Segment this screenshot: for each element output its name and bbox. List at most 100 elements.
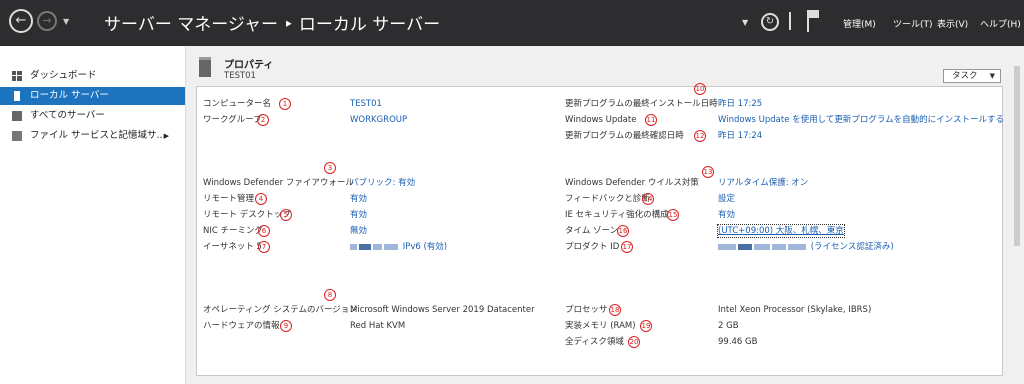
callout-3: 3 — [324, 162, 336, 174]
ethernet-link[interactable]: IPv6 (有効) — [350, 241, 447, 253]
callout-1: 1 — [279, 98, 291, 110]
sidebar-item-local-server[interactable]: ローカル サーバー — [0, 87, 185, 105]
processor-label: プロセッサ — [565, 305, 608, 315]
product-id-value: (ライセンス認証済み) — [810, 242, 894, 252]
menu-manage[interactable]: 管理(M) — [843, 17, 876, 30]
callout-19: 19 — [640, 320, 652, 332]
callout-17: 17 — [621, 241, 633, 253]
callout-18: 18 — [609, 304, 621, 316]
ethernet-label: イーサネット 5 — [203, 242, 262, 252]
callout-11: 11 — [645, 114, 657, 126]
menu-tools[interactable]: ツール(T) — [893, 17, 933, 30]
sidebar-item-label: ファイル サービスと記憶域サ... — [30, 130, 166, 141]
sidebar-item-label: ローカル サーバー — [30, 90, 109, 101]
nic-teaming-label: NIC チーミング — [203, 226, 264, 236]
servers-icon — [12, 111, 22, 121]
product-id-label: プロダクト ID — [565, 242, 620, 252]
redacted-product-id — [754, 243, 770, 250]
history-dropdown-icon[interactable]: ▼ — [63, 17, 69, 26]
workgroup-label: ワークグループ — [203, 115, 262, 125]
callout-9: 9 — [280, 320, 292, 332]
computer-name-label: コンピューター名 — [203, 99, 272, 109]
hardware-info-label: ハードウェアの情報 — [203, 321, 280, 331]
timezone-link[interactable]: (UTC+09:00) 大阪、札幌、東京 — [717, 224, 845, 238]
page-title: サーバー マネージャー ‣ ローカル サーバー — [104, 15, 441, 35]
properties-subtitle: TEST01 — [224, 71, 256, 81]
redacted-product-id — [718, 243, 736, 250]
antivirus-label: Windows Defender ウイルス対策 — [565, 178, 699, 188]
properties-title: プロパティ — [224, 60, 274, 71]
scrollbar[interactable] — [1014, 66, 1020, 246]
product-id-link[interactable]: (ライセンス認証済み) — [718, 241, 894, 253]
ie-security-label: IE セキュリティ強化の構成 — [565, 210, 669, 220]
workgroup-link[interactable]: WORKGROUP — [350, 114, 407, 126]
nic-teaming-link[interactable]: 無効 — [350, 225, 367, 237]
computer-name-link[interactable]: TEST01 — [350, 98, 382, 110]
remote-desktop-label: リモート デスクトップ — [203, 210, 291, 220]
properties-icon — [199, 57, 211, 77]
disk-space-value: 99.46 GB — [718, 337, 758, 347]
antivirus-link[interactable]: リアルタイム保護: オン — [718, 177, 808, 189]
sidebar-item-all-servers[interactable]: すべてのサーバー — [0, 107, 185, 125]
hardware-info-value: Red Hat KVM — [350, 321, 406, 331]
firewall-link[interactable]: パブリック: 有効 — [350, 177, 415, 189]
memory-label: 実装メモリ (RAM) — [565, 321, 636, 331]
title-bar: ← → ▼ サーバー マネージャー ‣ ローカル サーバー ▼ ↻ 管理(M) … — [0, 0, 1024, 46]
menu-view[interactable]: 表示(V) — [937, 17, 968, 30]
redacted-ip — [373, 243, 382, 250]
os-version-label: オペレーティング システムのバージョン — [203, 305, 358, 315]
sidebar-item-label: すべてのサーバー — [30, 110, 105, 121]
back-arrow-icon[interactable]: ← — [9, 9, 33, 33]
last-check-label: 更新プログラムの最終確認日時 — [565, 131, 684, 141]
ethernet-value: IPv6 (有効) — [402, 242, 448, 252]
callout-14: 14 — [642, 193, 654, 205]
feedback-label: フィードバックと診断 — [565, 194, 650, 204]
chevron-down-icon[interactable]: ▼ — [742, 18, 748, 27]
notifications-flag-icon[interactable] — [807, 10, 819, 32]
refresh-icon[interactable]: ↻ — [761, 13, 779, 31]
feedback-link[interactable]: 設定 — [718, 193, 735, 205]
callout-8: 8 — [324, 289, 336, 301]
callout-13: 13 — [702, 166, 714, 178]
callout-12: 12 — [694, 130, 706, 142]
redacted-ip — [350, 243, 357, 250]
tasks-label: タスク — [952, 71, 978, 81]
server-icon — [14, 91, 20, 101]
chevron-down-icon: ▼ — [989, 72, 995, 80]
sidebar-item-file-services[interactable]: ファイル サービスと記憶域サ... ▶ — [0, 127, 185, 145]
callout-20: 20 — [628, 336, 640, 348]
timezone-label: タイム ゾーン — [565, 226, 619, 236]
last-install-link[interactable]: 昨日 17:25 — [718, 98, 762, 110]
redacted-product-id — [738, 243, 752, 250]
sidebar: ダッシュボード ローカル サーバー すべてのサーバー ファイル サービスと記憶域… — [0, 46, 186, 384]
remote-management-label: リモート管理 — [203, 194, 255, 204]
callout-15: 15 — [667, 209, 679, 221]
remote-management-link[interactable]: 有効 — [350, 193, 367, 205]
dashboard-icon — [12, 71, 22, 81]
callout-6: 6 — [258, 225, 270, 237]
expand-arrow-icon[interactable]: ▶ — [164, 127, 169, 145]
last-install-label: 更新プログラムの最終インストール日時 — [565, 99, 718, 109]
properties-panel: コンピューター名 1 TEST01 ワークグループ 2 WORKGROUP 3 … — [196, 83, 1004, 376]
disk-space-label: 全ディスク領域 — [565, 337, 624, 347]
callout-10: 10 — [694, 83, 706, 95]
windows-update-link[interactable]: Windows Update を使用して更新プログラムを自動的にインストールする — [718, 114, 1004, 126]
menu-help[interactable]: ヘルプ(H) — [980, 17, 1021, 30]
callout-16: 16 — [617, 225, 629, 237]
callout-2: 2 — [257, 114, 269, 126]
processor-value: Intel Xeon Processor (Skylake, IBRS) — [718, 305, 872, 315]
forward-arrow-icon[interactable]: → — [37, 11, 57, 31]
ie-security-link[interactable]: 有効 — [718, 209, 735, 221]
main-content: プロパティ TEST01 タスク ▼ コンピューター名 1 TEST01 ワーク… — [186, 46, 1024, 384]
callout-7: 7 — [258, 241, 270, 253]
last-check-link[interactable]: 昨日 17:24 — [718, 130, 762, 142]
redacted-product-id — [788, 243, 806, 250]
windows-update-label: Windows Update — [565, 115, 637, 125]
separator — [789, 12, 791, 30]
redacted-ip — [384, 243, 398, 250]
tasks-button[interactable]: タスク ▼ — [943, 69, 1001, 83]
remote-desktop-link[interactable]: 有効 — [350, 209, 367, 221]
memory-value: 2 GB — [718, 321, 739, 331]
sidebar-item-dashboard[interactable]: ダッシュボード — [0, 67, 185, 85]
firewall-label: Windows Defender ファイアウォール — [203, 178, 354, 188]
